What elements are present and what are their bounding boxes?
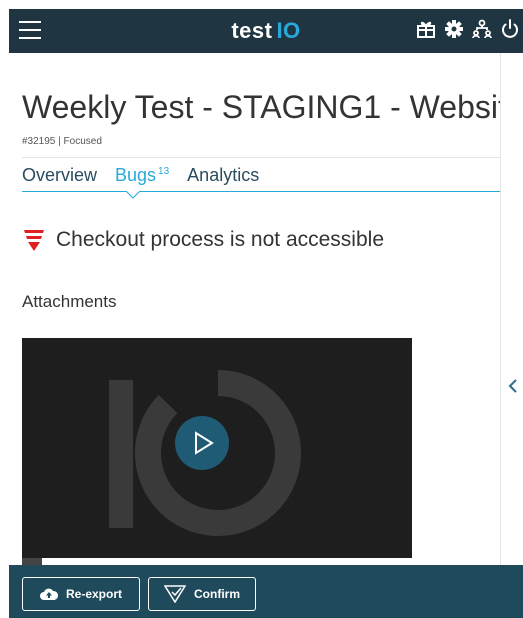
- play-icon[interactable]: [175, 416, 229, 470]
- confirm-button[interactable]: Confirm: [148, 577, 256, 611]
- top-icon-group: [415, 18, 521, 40]
- top-navigation-bar: test IO: [9, 9, 523, 53]
- bug-title: Checkout process is not accessible: [56, 228, 384, 251]
- left-gutter: [0, 0, 9, 618]
- bug-header: Checkout process is not accessible: [22, 228, 384, 252]
- tab-underline: [22, 191, 500, 192]
- tab-overview[interactable]: Overview: [22, 165, 97, 186]
- chevron-left-icon[interactable]: [508, 379, 518, 393]
- test-meta-info: #32195 | Focused: [22, 136, 102, 147]
- confirm-bug-icon: [164, 585, 186, 603]
- tab-bugs[interactable]: Bugs 13: [115, 165, 169, 186]
- page-title: Weekly Test - STAGING1 - Website: [22, 89, 523, 125]
- confirm-label: Confirm: [194, 587, 240, 601]
- attachments-heading: Attachments: [22, 292, 117, 311]
- logo-suffix: IO: [276, 18, 301, 43]
- tab-bugs-label: Bugs: [115, 165, 157, 185]
- divider: [22, 157, 500, 158]
- power-icon[interactable]: [499, 18, 521, 40]
- critical-severity-icon: [24, 230, 44, 251]
- tab-analytics[interactable]: Analytics: [187, 165, 259, 186]
- gear-icon[interactable]: [443, 18, 465, 40]
- action-footer: Re-export Confirm: [9, 565, 523, 618]
- re-export-label: Re-export: [65, 587, 122, 601]
- right-side-panel: [500, 53, 523, 565]
- video-attachment[interactable]: [22, 338, 412, 558]
- thumbnail-strip: [22, 558, 42, 565]
- gift-icon[interactable]: [415, 18, 437, 40]
- main-content: Weekly Test - STAGING1 - Website #32195 …: [9, 53, 523, 565]
- cloud-upload-icon: [39, 588, 58, 600]
- logo-text: test: [231, 18, 273, 43]
- tab-bar: Overview Bugs 13 Analytics: [22, 165, 259, 186]
- network-users-icon[interactable]: [471, 18, 493, 40]
- active-tab-caret: [126, 191, 140, 199]
- re-export-button[interactable]: Re-export: [22, 577, 140, 611]
- bug-count-badge: 13: [158, 166, 170, 177]
